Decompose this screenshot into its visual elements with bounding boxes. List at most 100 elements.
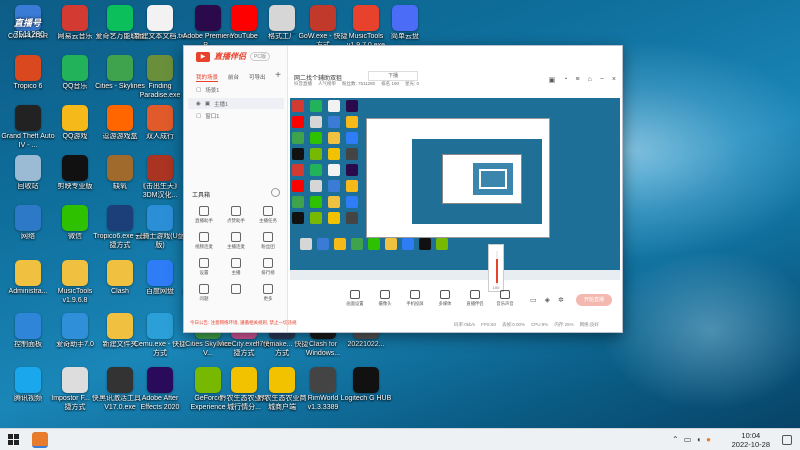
close-icon[interactable]: ×: [612, 76, 616, 84]
toolbox-item[interactable]: 点赞助手: [220, 206, 252, 224]
tool-label: 视频连麦: [195, 244, 213, 249]
scene-item[interactable]: ▢ 场景1: [196, 86, 219, 94]
room-title-button[interactable]: 下播: [368, 71, 418, 81]
desktop-icon[interactable]: 腾讯视频: [1, 367, 55, 404]
app-icon: [15, 367, 41, 393]
tool-label: 排行榜: [261, 270, 275, 275]
notification-icon[interactable]: [782, 435, 792, 445]
windows-start-icon[interactable]: [8, 434, 19, 445]
preview-icon: [300, 238, 312, 250]
start-live-button[interactable]: 开始直播: [576, 294, 612, 306]
camera-icon[interactable]: ▭: [530, 296, 537, 304]
toolbar-button[interactable]: 画面设置: [344, 290, 366, 307]
desktop-icon[interactable]: 回收站: [1, 155, 55, 192]
toolbox-item[interactable]: [220, 284, 252, 302]
tab-export[interactable]: 可导出: [249, 73, 266, 82]
toolbox-item[interactable]: 主播连麦: [220, 232, 252, 250]
desktop-icon[interactable]: 简单云盘: [378, 5, 432, 42]
tool-icon: [199, 258, 209, 268]
mic-icon[interactable]: ◈: [545, 296, 550, 304]
desktop-icon[interactable]: Logitech G HUB: [339, 367, 393, 404]
chevron-up-icon[interactable]: ⌃: [672, 435, 679, 444]
desktop-icon-label: Cemu.exe - 快捷方式: [133, 341, 187, 357]
tool-icon: [263, 258, 273, 268]
toolbox-item[interactable]: 设置: [188, 258, 220, 276]
app-icon[interactable]: ●: [706, 435, 711, 444]
stat-item: 内存:25%: [554, 322, 574, 327]
desktop-icon[interactable]: 百度网盘: [133, 260, 187, 297]
desktop-icon[interactable]: 双人成行: [133, 105, 187, 142]
desktop-icon[interactable]: Cemu.exe - 快捷方式: [133, 313, 187, 358]
app-icon: [62, 155, 88, 181]
desktop-icon[interactable]: 云骑士游戏(U盘版): [133, 205, 187, 250]
tool-label: 更多: [263, 296, 273, 301]
volume-popup[interactable]: 100: [488, 244, 504, 292]
settings-icon[interactable]: ✲: [558, 296, 564, 304]
network-icon[interactable]: ▭: [684, 435, 692, 444]
user-icon[interactable]: ◔: [563, 76, 567, 84]
toolbar-button-label: 手机投屏: [406, 301, 424, 306]
desktop-icon[interactable]: 《击出生天》3DM汉化...: [133, 155, 187, 200]
gift-icon[interactable]: ▣: [549, 76, 556, 84]
toolbox-item[interactable]: 更多: [252, 284, 284, 302]
volume-icon[interactable]: ◖: [696, 435, 701, 444]
toolbar-button[interactable]: 直播伴侣: [464, 290, 486, 307]
desktop-icon-label: 简单云盘: [391, 33, 419, 40]
toolbar-button[interactable]: 多媒体: [434, 290, 456, 307]
scene-icon: ▢: [196, 87, 202, 93]
home-icon[interactable]: ⌂: [588, 76, 592, 84]
desktop-icon[interactable]: 新建文本文档.txt: [133, 5, 187, 42]
lock-icon: ▣: [204, 100, 211, 107]
tab-my-scenes[interactable]: 我的场景: [196, 73, 219, 82]
app-version[interactable]: PC版: [250, 52, 270, 61]
desktop-icon[interactable]: Grand Theft Auto IV - ...: [1, 105, 55, 150]
tool-label: 主播连麦: [227, 244, 245, 249]
tab-front[interactable]: 前台: [228, 73, 239, 82]
taskbar-app-icon[interactable]: [32, 432, 48, 448]
toolbox-item[interactable]: 排行榜: [252, 258, 284, 276]
toolbox-item[interactable]: 粉丝团: [252, 232, 284, 250]
desktop-icon[interactable]: Adobe After Effects 2020: [133, 367, 187, 412]
toolbox-item[interactable]: 主播任务: [252, 206, 284, 224]
desktop-icon[interactable]: Finding Paradise.exe: [133, 55, 187, 100]
desktop-icon[interactable]: Administra...: [1, 260, 55, 297]
preview-icon: [346, 100, 358, 112]
preview-icon: [346, 196, 358, 208]
toolbox-item[interactable]: 视频连麦: [188, 232, 220, 250]
toolbox-item[interactable]: 直播助手: [188, 206, 220, 224]
stat-item: 网络:良好: [579, 322, 599, 327]
add-scene-button[interactable]: +: [275, 70, 281, 81]
toolbar-button[interactable]: 摄像头: [374, 290, 396, 307]
scene-item[interactable]: ◉ ▣ 主播1: [188, 98, 284, 109]
tool-icon: [199, 284, 209, 294]
overlay-title: 直播号: [14, 18, 42, 28]
app-icon: [353, 5, 379, 31]
toolbar-button[interactable]: 手机投屏: [404, 290, 426, 307]
stream-preview[interactable]: [290, 98, 620, 280]
preview-icon: [346, 180, 358, 192]
desktop-icon[interactable]: 控制面板: [1, 313, 55, 350]
menu-icon[interactable]: ≡: [575, 76, 579, 84]
room-info-item: 星光: 0: [404, 81, 419, 86]
stat-item: 丢帧:0.00%: [502, 322, 526, 327]
toolbox-item[interactable]: 主播: [220, 258, 252, 276]
live-companion-window: ▶ 直播伴侣 PC版 我的场景 前台 可导出 + ▢ 场景1 ◉ ▣ 主播1 ▢…: [183, 45, 623, 333]
toolbox-settings-icon[interactable]: [271, 188, 280, 197]
toolbox-item[interactable]: 问题: [188, 284, 220, 302]
volume-fill[interactable]: [496, 259, 498, 283]
clock[interactable]: 10:04 2022-10-28: [732, 431, 770, 449]
tool-label: 问题: [199, 296, 209, 301]
minimize-icon[interactable]: −: [600, 76, 604, 84]
taskbar: ⌃ ▭ ◖ ● 10:04 2022-10-28: [0, 428, 800, 450]
desktop-icon[interactable]: Tropico 6: [1, 55, 55, 92]
desktop-icon-label: Grand Theft Auto IV - ...: [1, 133, 55, 149]
toolbar-button[interactable]: 音乐声音: [494, 290, 516, 307]
app-icon: [62, 55, 88, 81]
scene-item[interactable]: ▢ 窗口1: [196, 112, 219, 120]
desktop-icon[interactable]: 网络: [1, 205, 55, 242]
preview-icon: [328, 180, 340, 192]
preview-icon: [292, 116, 304, 128]
preview-icon: [310, 180, 322, 192]
tool-icon: [263, 284, 273, 294]
app-icon: [15, 105, 41, 131]
